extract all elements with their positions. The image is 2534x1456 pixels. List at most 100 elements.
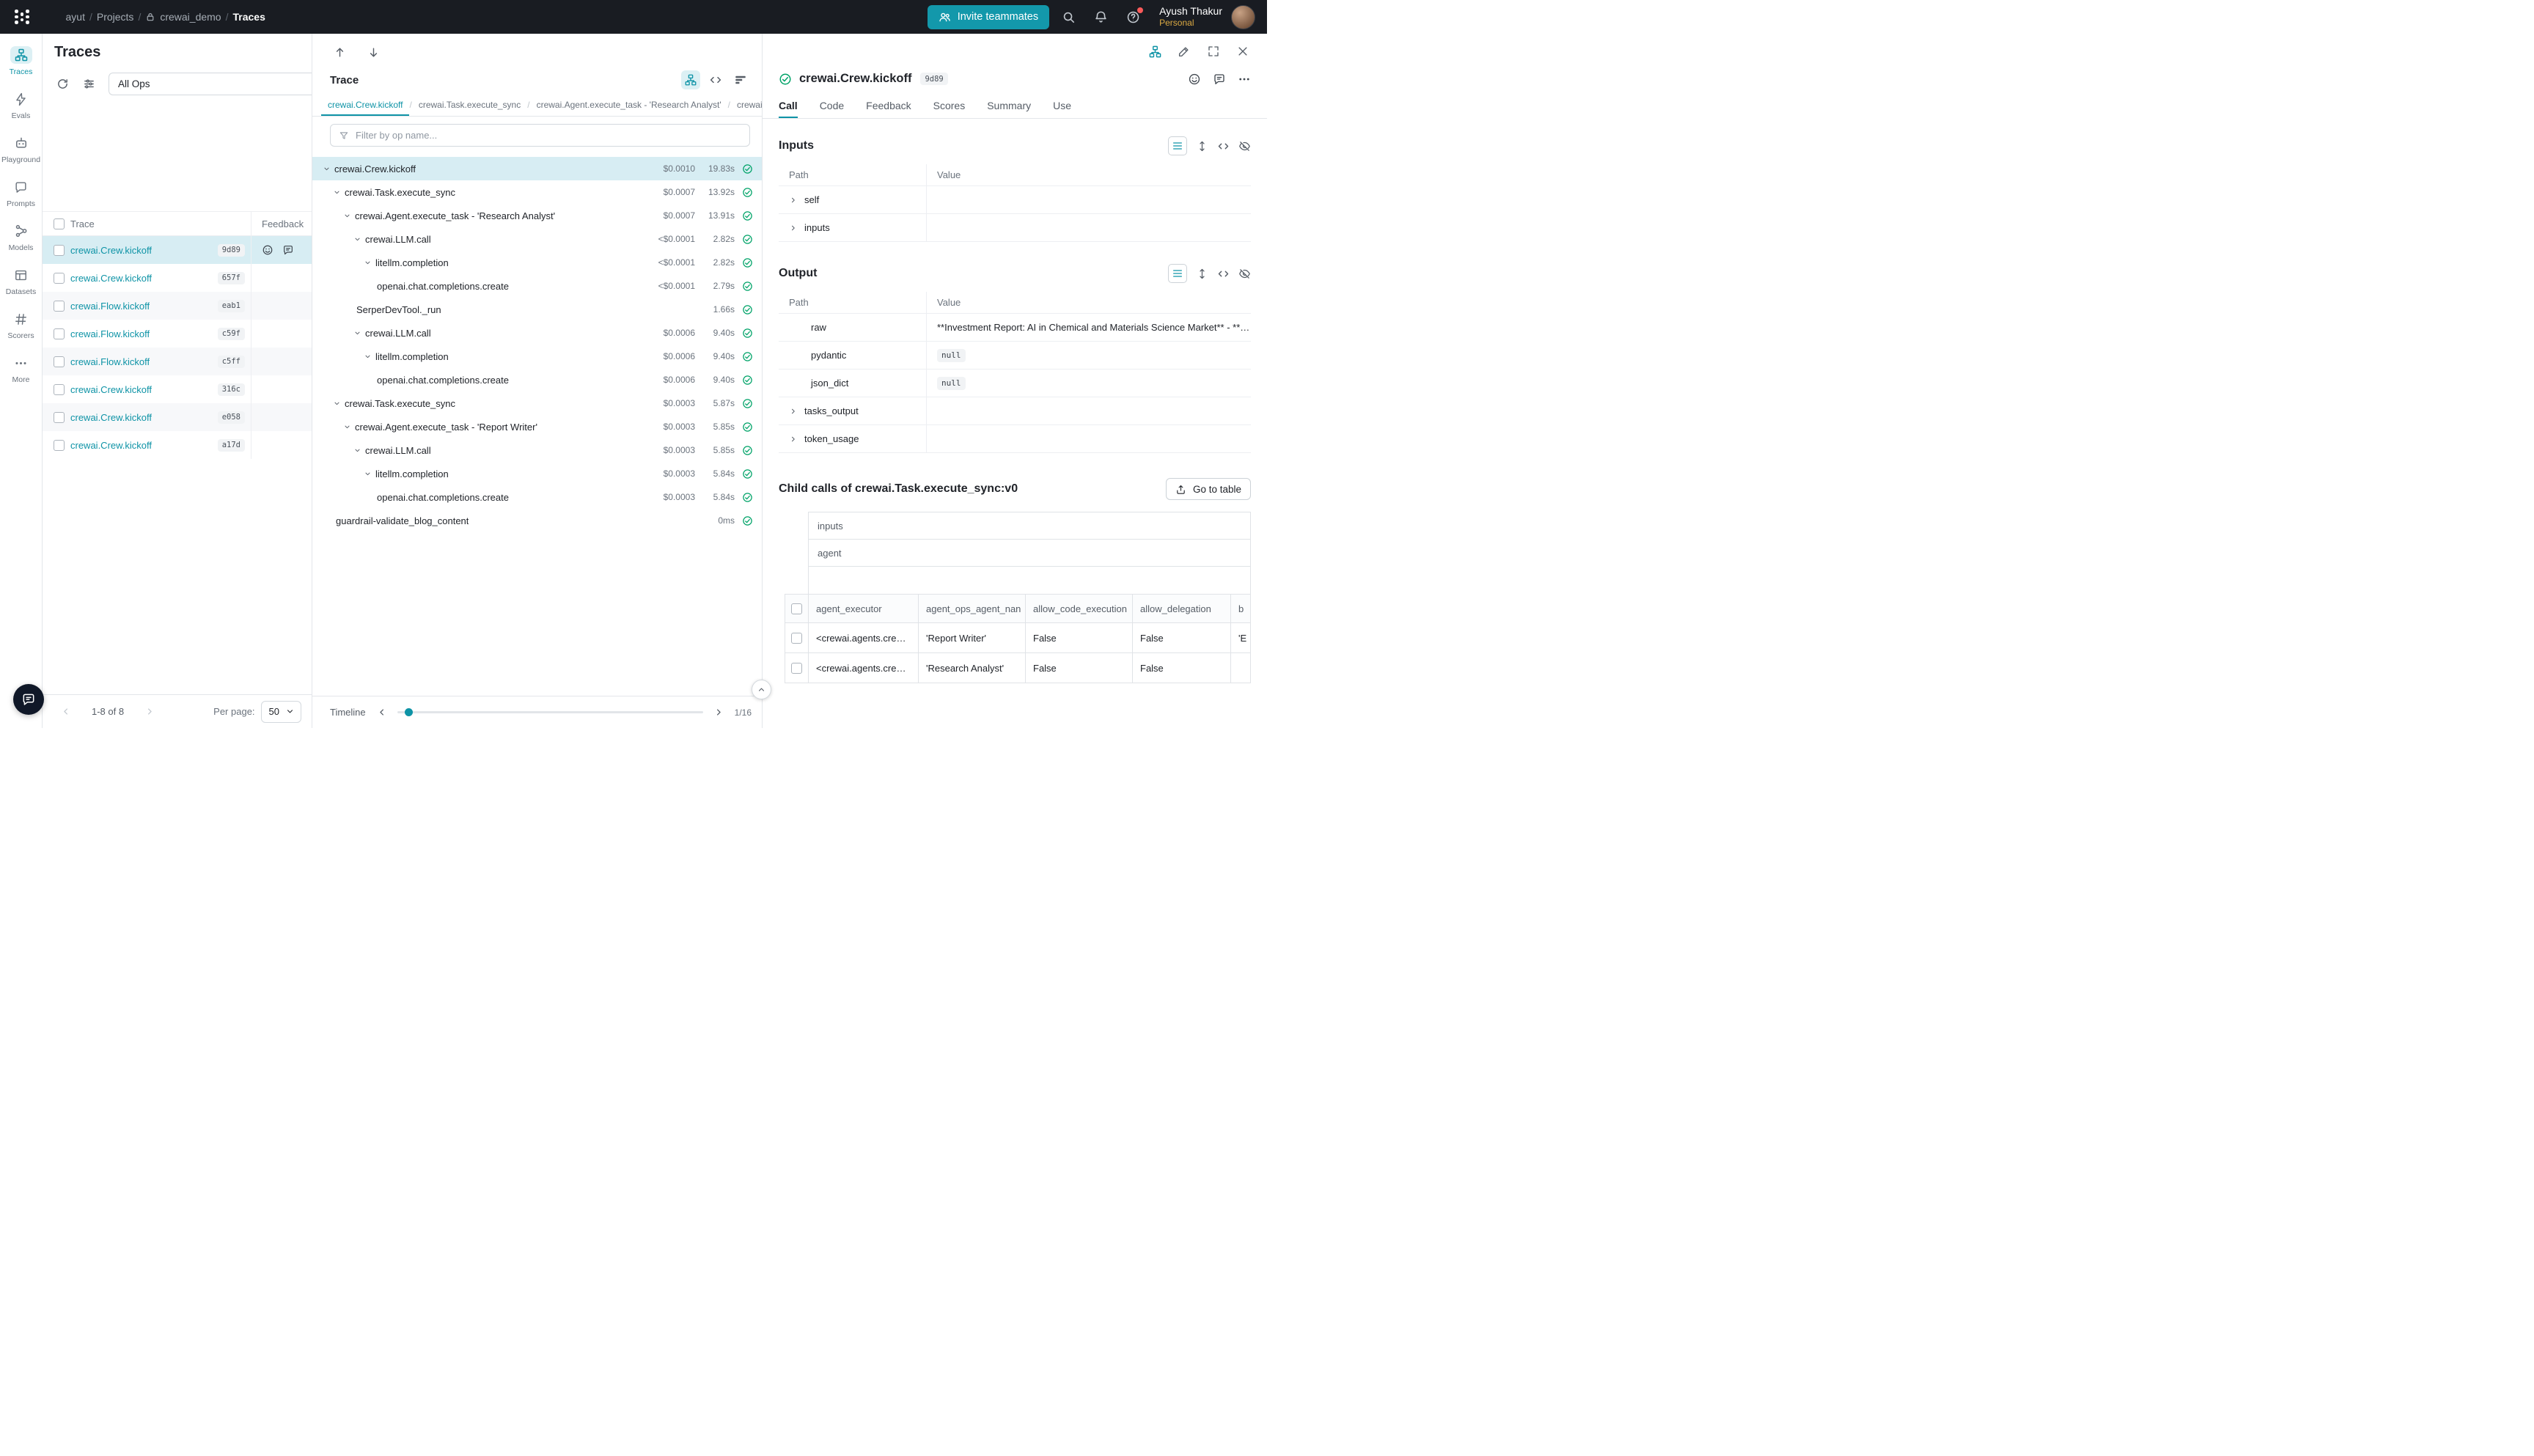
column-header[interactable]: allow_delegation bbox=[1133, 595, 1231, 622]
call-tree-row[interactable]: crewai.Agent.execute_task - 'Research An… bbox=[312, 204, 762, 227]
op-filter-input[interactable] bbox=[356, 130, 741, 141]
close-panel-button[interactable] bbox=[1233, 42, 1252, 61]
sidebar-item-prompts[interactable]: Prompts bbox=[0, 172, 42, 216]
collapse-caret-icon[interactable] bbox=[364, 259, 372, 267]
table-row[interactable]: crewai.Crew.kickoff 316c bbox=[43, 375, 312, 403]
row-checkbox[interactable] bbox=[54, 440, 65, 451]
table-row[interactable]: crewai.Flow.kickoff c5ff bbox=[43, 348, 312, 375]
column-header[interactable]: b bbox=[1231, 595, 1267, 622]
select-all-checkbox[interactable] bbox=[791, 603, 802, 614]
collapse-caret-icon[interactable] bbox=[323, 165, 331, 173]
row-checkbox[interactable] bbox=[54, 245, 65, 256]
call-tree-row[interactable]: SerperDevTool._run 1.66s bbox=[312, 298, 762, 321]
trace-link[interactable]: crewai.Crew.kickoff bbox=[70, 440, 152, 451]
tab-code[interactable]: Code bbox=[820, 93, 844, 118]
collapse-caret-icon[interactable] bbox=[333, 188, 341, 196]
table-row[interactable]: crewai.Flow.kickoff c59f bbox=[43, 320, 312, 348]
trace-link[interactable]: crewai.Flow.kickoff bbox=[70, 356, 150, 367]
trace-link[interactable]: crewai.Crew.kickoff bbox=[70, 245, 152, 256]
invite-teammates-button[interactable]: Invite teammates bbox=[928, 5, 1049, 29]
output-value[interactable]: **Investment Report: AI in Chemical and … bbox=[937, 322, 1251, 333]
add-reaction-button[interactable] bbox=[262, 244, 273, 256]
row-checkbox[interactable] bbox=[54, 328, 65, 339]
call-tree-row[interactable]: crewai.Crew.kickoff $0.0010 19.83s bbox=[312, 157, 762, 180]
sidebar-item-scorers[interactable]: Scorers bbox=[0, 304, 42, 348]
edit-button[interactable] bbox=[1175, 42, 1194, 61]
row-checkbox[interactable] bbox=[54, 356, 65, 367]
row-checkbox[interactable] bbox=[791, 663, 802, 674]
breadcrumb-projects[interactable]: Projects bbox=[97, 11, 134, 23]
call-tree-row[interactable]: openai.chat.completions.create $0.0006 9… bbox=[312, 368, 762, 391]
prev-page-button[interactable] bbox=[56, 706, 76, 717]
expand-path-button[interactable]: inputs bbox=[779, 222, 830, 233]
go-to-table-button[interactable]: Go to table bbox=[1166, 478, 1251, 500]
tab-summary[interactable]: Summary bbox=[987, 93, 1031, 118]
table-row[interactable]: <crewai.agents.cre… 'Research Analyst' F… bbox=[785, 653, 1251, 683]
expand-path-button[interactable]: token_usage bbox=[779, 433, 859, 444]
collapse-caret-icon[interactable] bbox=[353, 235, 361, 243]
sidebar-item-evals[interactable]: Evals bbox=[0, 84, 42, 128]
call-tree-row[interactable]: guardrail-validate_blog_content 0ms bbox=[312, 509, 762, 532]
call-tree-row[interactable]: crewai.Task.execute_sync $0.0007 13.92s bbox=[312, 180, 762, 204]
hide-values-button[interactable] bbox=[1238, 268, 1251, 280]
collapse-caret-icon[interactable] bbox=[364, 470, 372, 478]
call-tree-row[interactable]: crewai.Task.execute_sync $0.0003 5.87s bbox=[312, 391, 762, 415]
row-checkbox[interactable] bbox=[54, 384, 65, 395]
tab-use[interactable]: Use bbox=[1053, 93, 1071, 118]
sidebar-item-datasets[interactable]: Datasets bbox=[0, 260, 42, 304]
table-row[interactable]: crewai.Crew.kickoff 657f bbox=[43, 264, 312, 292]
timeline-slider-handle[interactable] bbox=[405, 708, 413, 716]
scroll-to-top-button[interactable] bbox=[752, 680, 771, 699]
code-view-button[interactable] bbox=[1217, 268, 1230, 280]
collapse-caret-icon[interactable] bbox=[353, 446, 361, 455]
collapse-caret-icon[interactable] bbox=[333, 400, 341, 408]
hide-values-button[interactable] bbox=[1238, 140, 1251, 152]
timeline-prev-button[interactable] bbox=[375, 705, 389, 719]
expand-rows-button[interactable] bbox=[1196, 268, 1208, 280]
chat-support-button[interactable] bbox=[13, 684, 44, 715]
notifications-button[interactable] bbox=[1087, 4, 1114, 30]
code-view-toggle[interactable] bbox=[706, 70, 725, 89]
path-tab[interactable]: crewai.LLM.cal bbox=[730, 94, 762, 116]
path-tab[interactable]: crewai.Task.execute_sync bbox=[412, 94, 527, 116]
table-row[interactable]: crewai.Crew.kickoff e058 bbox=[43, 403, 312, 431]
wandb-logo[interactable] bbox=[10, 7, 34, 27]
call-tree-row[interactable]: crewai.LLM.call $0.0003 5.85s bbox=[312, 438, 762, 462]
list-view-toggle[interactable] bbox=[1168, 264, 1187, 283]
path-tab[interactable]: crewai.Crew.kickoff bbox=[321, 94, 409, 116]
call-tree-row[interactable]: litellm.completion $0.0003 5.84s bbox=[312, 462, 762, 485]
prev-sibling-button[interactable] bbox=[328, 41, 350, 63]
expand-rows-button[interactable] bbox=[1196, 140, 1208, 152]
row-checkbox[interactable] bbox=[54, 273, 65, 284]
call-tree-row[interactable]: litellm.completion $0.0006 9.40s bbox=[312, 345, 762, 368]
table-row[interactable]: crewai.Crew.kickoff a17d bbox=[43, 431, 312, 459]
trace-link[interactable]: crewai.Crew.kickoff bbox=[70, 412, 152, 423]
filter-settings-button[interactable] bbox=[78, 73, 100, 95]
refresh-button[interactable] bbox=[51, 73, 73, 95]
table-row[interactable]: crewai.Flow.kickoff eab1 bbox=[43, 292, 312, 320]
call-tree-row[interactable]: crewai.Agent.execute_task - 'Report Writ… bbox=[312, 415, 762, 438]
add-comment-button[interactable] bbox=[282, 244, 294, 256]
expand-path-button[interactable]: self bbox=[779, 194, 819, 205]
sidebar-item-more[interactable]: More bbox=[0, 348, 42, 391]
column-header[interactable]: agent_executor bbox=[809, 595, 919, 622]
call-tree-row[interactable]: litellm.completion <$0.0001 2.82s bbox=[312, 251, 762, 274]
expand-path-button[interactable]: tasks_output bbox=[779, 405, 859, 416]
trace-link[interactable]: crewai.Crew.kickoff bbox=[70, 273, 152, 284]
split-view-toggle[interactable] bbox=[1145, 42, 1164, 61]
search-button[interactable] bbox=[1055, 4, 1081, 30]
timeline-next-button[interactable] bbox=[712, 705, 726, 719]
add-comment-button[interactable] bbox=[1213, 73, 1226, 86]
tree-view-toggle[interactable] bbox=[681, 70, 700, 89]
trace-link[interactable]: crewai.Flow.kickoff bbox=[70, 328, 150, 339]
select-all-checkbox[interactable] bbox=[54, 218, 65, 229]
call-tree-row[interactable]: openai.chat.completions.create $0.0003 5… bbox=[312, 485, 762, 509]
tab-call[interactable]: Call bbox=[779, 93, 798, 118]
collapse-caret-icon[interactable] bbox=[343, 212, 351, 220]
breadcrumb-page[interactable]: Traces bbox=[232, 11, 265, 23]
breadcrumb-project[interactable]: crewai_demo bbox=[145, 11, 221, 23]
trace-link[interactable]: crewai.Crew.kickoff bbox=[70, 384, 152, 395]
tab-scores[interactable]: Scores bbox=[933, 93, 966, 118]
add-reaction-button[interactable] bbox=[1188, 73, 1201, 86]
ops-filter-select[interactable]: All Ops bbox=[109, 73, 312, 95]
